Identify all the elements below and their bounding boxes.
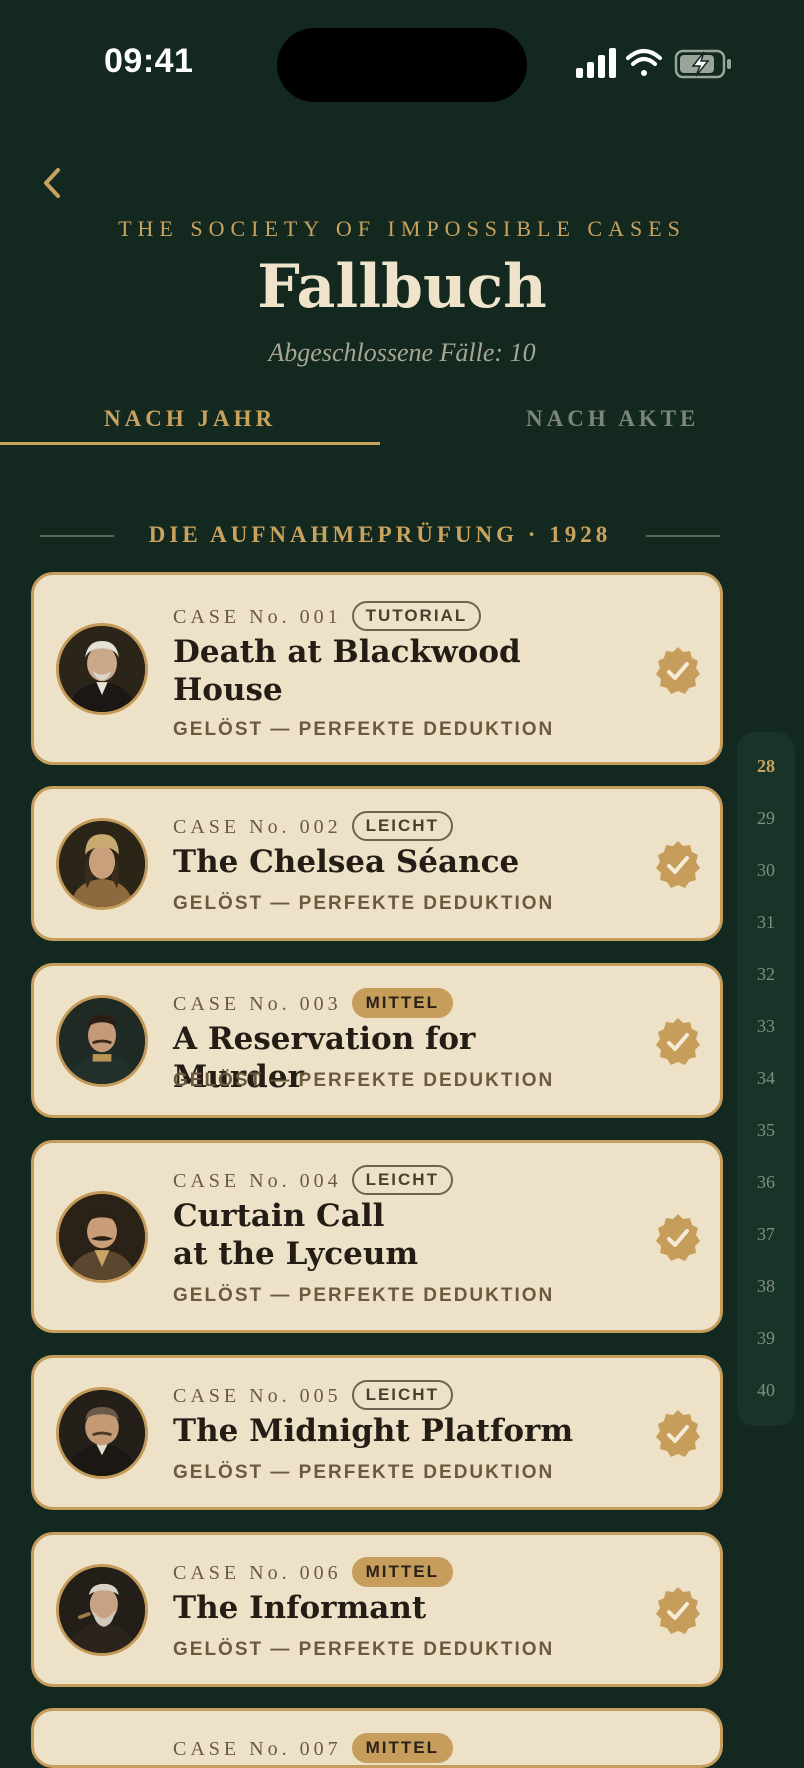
case-title: The Chelsea Séance [173, 844, 520, 880]
year-index-item[interactable]: 31 [737, 912, 795, 933]
system-status-icons [576, 48, 731, 79]
year-index-item[interactable]: 28 [737, 756, 795, 777]
year-index-item[interactable]: 39 [737, 1328, 795, 1349]
case-status: GELÖST — PERFEKTE DEDUKTION [173, 719, 555, 740]
case-title: Curtain Call at the Lyceum [173, 1198, 419, 1272]
case-number: CASE No. 007 MITTEL [173, 1733, 453, 1763]
case-portrait [56, 995, 148, 1087]
case-number: CASE No. 005 LEICHT [173, 1380, 453, 1410]
tab-by-year[interactable]: NACH JAHR [104, 406, 276, 446]
case-number: CASE No. 003 MITTEL [173, 988, 453, 1018]
case-number: CASE No. 002 LEICHT [173, 811, 453, 841]
case-status: GELÖST — PERFEKTE DEDUKTION [173, 1070, 555, 1091]
year-index-item[interactable]: 38 [737, 1276, 795, 1297]
case-status: GELÖST — PERFEKTE DEDUKTION [173, 1462, 555, 1483]
solved-check-badge-icon [656, 1587, 700, 1634]
case-title: Death at Blackwood House [173, 634, 521, 708]
year-index-item[interactable]: 35 [737, 1120, 795, 1141]
page-title: Fallbuch [257, 252, 547, 322]
difficulty-badge: MITTEL [351, 1557, 453, 1587]
case-number: CASE No. 001 TUTORIAL [173, 601, 482, 631]
case-card[interactable]: CASE No. 002 LEICHT The Chelsea Séance GE… [31, 786, 723, 941]
solved-check-badge-icon [656, 841, 700, 888]
society-eyebrow: THE SOCIETY OF IMPOSSIBLE CASES [118, 216, 686, 241]
signal-icon [576, 48, 616, 78]
dynamic-island [277, 28, 527, 102]
wifi-icon [626, 49, 662, 76]
case-status: GELÖST — PERFEKTE DEDUKTION [173, 1285, 555, 1306]
year-index-scrubber[interactable]: 28 29 30 31 32 33 34 35 36 37 38 39 40 [737, 732, 795, 1426]
year-index-item[interactable]: 29 [737, 808, 795, 829]
case-title: The Midnight Platform [173, 1413, 574, 1449]
divider [646, 535, 720, 537]
portrait-turbaned-woman-icon [59, 821, 145, 907]
case-title: The Informant [173, 1590, 427, 1626]
case-portrait [56, 1191, 148, 1283]
portrait-mustached-man-icon [59, 1194, 145, 1280]
active-tab-indicator [0, 442, 380, 445]
difficulty-badge: MITTEL [351, 1733, 453, 1763]
battery-charging-icon [674, 49, 731, 79]
case-number: CASE No. 006 MITTEL [173, 1557, 453, 1587]
year-index-item[interactable]: 30 [737, 860, 795, 881]
chevron-left-icon [44, 168, 60, 198]
portrait-stout-man-icon [59, 1390, 145, 1476]
case-number: CASE No. 004 LEICHT [173, 1165, 453, 1195]
year-index-item[interactable]: 34 [737, 1068, 795, 1089]
case-status: GELÖST — PERFEKTE DEDUKTION [173, 1639, 555, 1660]
closed-cases-count: Abgeschlossene Fälle: 10 [268, 338, 536, 367]
tab-by-file[interactable]: NACH AKTE [526, 406, 699, 446]
case-card[interactable]: CASE No. 007 MITTEL [31, 1708, 723, 1768]
case-portrait [56, 818, 148, 910]
year-index-item[interactable]: 36 [737, 1172, 795, 1193]
difficulty-badge: LEICHT [351, 1165, 453, 1195]
section-header: DIE AUFNAHMEPRÜFUNG · 1928 [40, 518, 720, 554]
solved-check-badge-icon [656, 647, 700, 694]
section-title: DIE AUFNAHMEPRÜFUNG · 1928 [148, 522, 612, 547]
year-index-item[interactable]: 37 [737, 1224, 795, 1245]
portrait-old-gentleman-icon [59, 626, 145, 712]
year-index-item[interactable]: 32 [737, 964, 795, 985]
year-index-item[interactable]: 40 [737, 1380, 795, 1401]
case-portrait [56, 1564, 148, 1656]
case-card[interactable]: CASE No. 005 LEICHT The Midnight Platform… [31, 1355, 723, 1510]
status-time: 09:41 [104, 42, 194, 80]
difficulty-badge: LEICHT [351, 811, 453, 841]
year-index-item[interactable]: 33 [737, 1016, 795, 1037]
difficulty-badge: TUTORIAL [351, 601, 482, 631]
portrait-bearded-man-icon [59, 1567, 145, 1653]
portrait-uniformed-man-icon [59, 998, 145, 1084]
case-portrait [56, 623, 148, 715]
case-card[interactable]: CASE No. 006 MITTEL The Informant GELÖST … [31, 1532, 723, 1687]
case-status: GELÖST — PERFEKTE DEDUKTION [173, 893, 555, 914]
status-bar: 09:41 [0, 0, 804, 130]
case-card[interactable]: CASE No. 004 LEICHT Curtain Call at the L… [31, 1140, 723, 1333]
case-card[interactable]: CASE No. 003 MITTEL A Reservation for Mur… [31, 963, 723, 1118]
difficulty-badge: LEICHT [351, 1380, 453, 1410]
solved-check-badge-icon [656, 1214, 700, 1261]
back-button[interactable] [30, 158, 74, 208]
case-portrait [56, 1387, 148, 1479]
case-card[interactable]: CASE No. 001 TUTORIAL Death at Blackwood … [31, 572, 723, 765]
difficulty-badge: MITTEL [351, 988, 453, 1018]
solved-check-badge-icon [656, 1410, 700, 1457]
solved-check-badge-icon [656, 1018, 700, 1065]
